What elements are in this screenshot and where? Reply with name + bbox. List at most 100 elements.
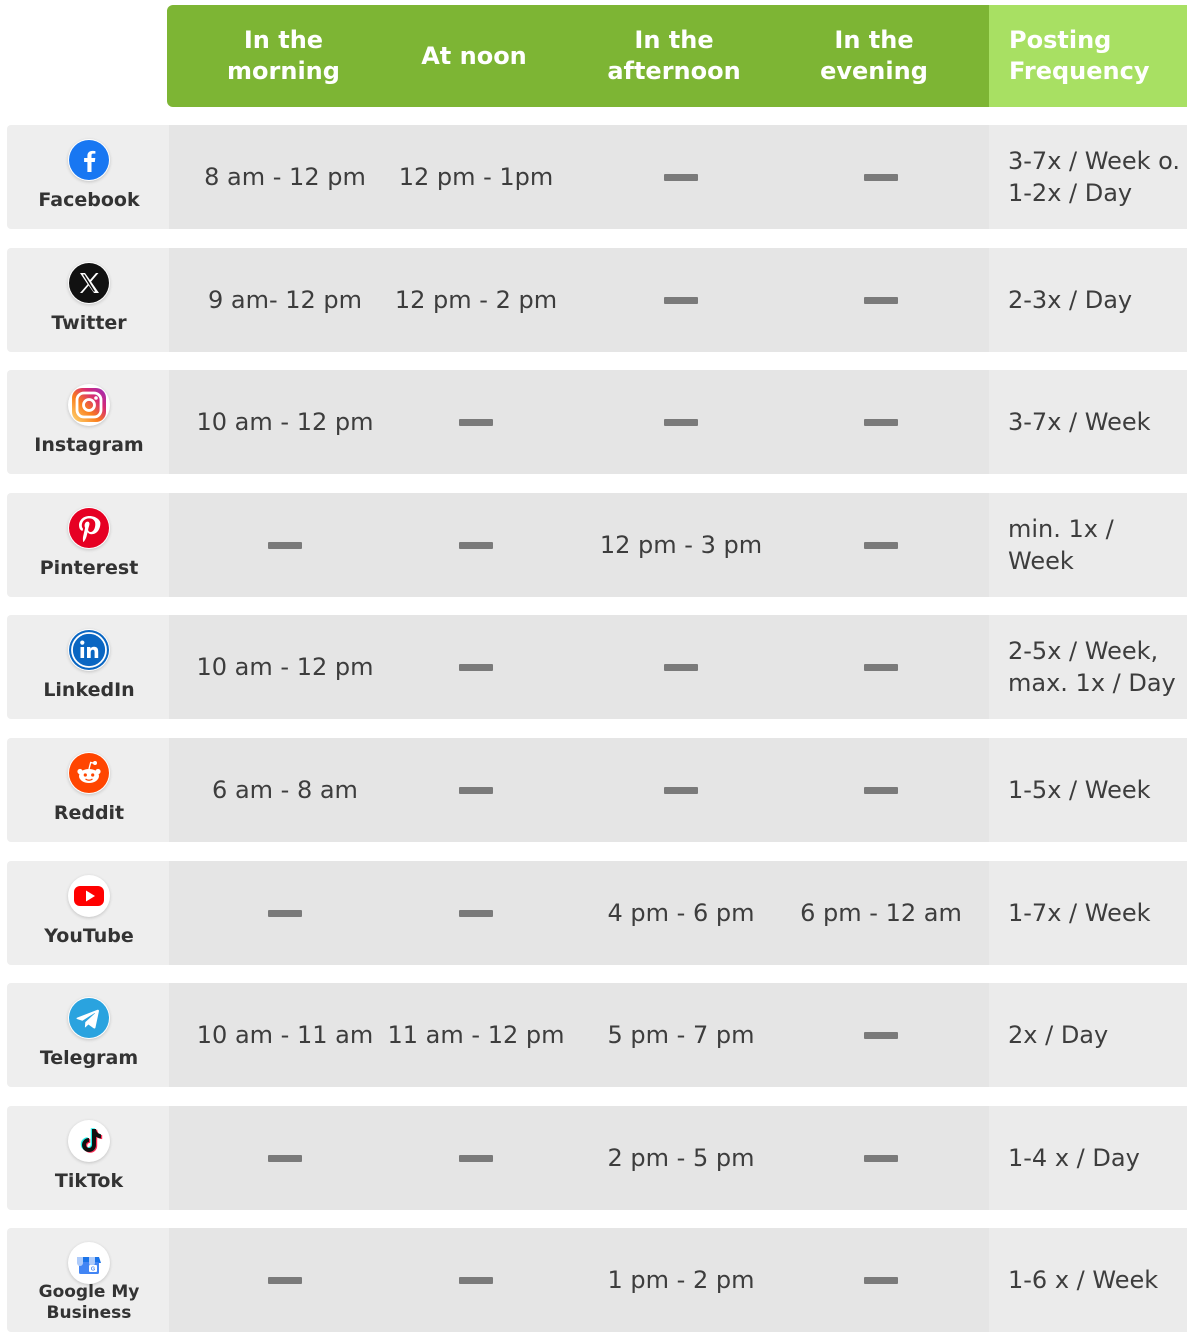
- empty-cell-morning: [169, 493, 401, 597]
- header-evening: In the evening: [820, 26, 928, 85]
- empty-cell-afternoon: [581, 248, 781, 352]
- empty-cell-afternoon: [581, 370, 781, 474]
- header-afternoon: In the afternoon: [607, 26, 741, 85]
- frequency-cell: 1-5x / Week: [989, 738, 1187, 842]
- dash-icon: [268, 1276, 302, 1284]
- dash-icon: [664, 296, 698, 304]
- table-header: In the morning At noon In the afternoon …: [167, 5, 1187, 107]
- time-cell-morning: 10 am - 11 am: [196, 1021, 374, 1049]
- dash-icon: [459, 1154, 493, 1162]
- x-icon: [68, 262, 110, 304]
- table-row: Pinterest 12 pm - 3 pm min. 1x / Week: [7, 493, 1187, 597]
- platform-cell: Reddit: [7, 738, 169, 842]
- reddit-icon: [68, 752, 110, 794]
- telegram-icon: [68, 997, 110, 1039]
- dash-icon: [864, 1154, 898, 1162]
- dash-icon: [664, 173, 698, 181]
- table-row: Twitter 9 am- 12 pm 12 pm - 2 pm 2-3x / Day: [7, 248, 1187, 352]
- platform-cell: Pinterest: [7, 493, 169, 597]
- time-cells: 10 am - 11 am 11 am - 12 pm 5 pm - 7 pm: [169, 983, 989, 1087]
- dash-icon: [459, 663, 493, 671]
- time-cell-morning: 10 am - 12 pm: [196, 408, 374, 436]
- time-cell-morning: 9 am- 12 pm: [207, 286, 363, 314]
- frequency-cell: 1-4 x / Day: [989, 1106, 1187, 1210]
- empty-cell-evening: [781, 615, 981, 719]
- frequency-cell: 1-6 x / Week: [989, 1228, 1187, 1332]
- dash-icon: [864, 296, 898, 304]
- facebook-icon: [68, 139, 110, 181]
- frequency-cell: 1-7x / Week: [989, 861, 1187, 965]
- header-morning: In the morning: [227, 26, 340, 85]
- table-row: G Google My Business 1 pm - 2 pm 1-6 x / We…: [7, 1228, 1187, 1332]
- table-row: YouTube 4 pm - 6 pm 6 pm - 12 am 1-7x / Wee…: [7, 861, 1187, 965]
- time-cell-afternoon: 2 pm - 5 pm: [607, 1144, 755, 1172]
- time-cells: 4 pm - 6 pm 6 pm - 12 am: [169, 861, 989, 965]
- dash-icon: [268, 909, 302, 917]
- linkedin-icon: [68, 629, 110, 671]
- frequency-cell: 2x / Day: [989, 983, 1187, 1087]
- header-noon: At noon: [421, 41, 527, 70]
- dash-icon: [864, 786, 898, 794]
- time-cell-morning: 6 am - 8 am: [212, 776, 358, 804]
- dash-icon: [864, 173, 898, 181]
- dash-icon: [268, 1154, 302, 1162]
- empty-cell-noon: [381, 370, 571, 474]
- time-cell-noon: 12 pm - 2 pm: [394, 286, 558, 314]
- instagram-icon: [68, 384, 110, 426]
- empty-cell-noon: [381, 615, 571, 719]
- dash-icon: [459, 786, 493, 794]
- empty-cell-noon: [381, 493, 571, 597]
- time-cells: 10 am - 12 pm: [169, 370, 989, 474]
- empty-cell-evening: [781, 493, 981, 597]
- platform-cell: Instagram: [7, 370, 169, 474]
- time-cells: 8 am - 12 pm 12 pm - 1pm: [169, 125, 989, 229]
- youtube-icon: [68, 875, 110, 917]
- dash-icon: [459, 909, 493, 917]
- empty-cell-morning: [169, 1228, 401, 1332]
- empty-cell-evening: [781, 248, 981, 352]
- dash-icon: [864, 663, 898, 671]
- frequency-cell: 3-7x / Week: [989, 370, 1187, 474]
- time-cell-afternoon: 1 pm - 2 pm: [607, 1266, 755, 1294]
- frequency-cell: 2-5x / Week, max. 1x / Day: [989, 615, 1187, 719]
- dash-icon: [664, 663, 698, 671]
- time-cells: 6 am - 8 am: [169, 738, 989, 842]
- empty-cell-noon: [381, 738, 571, 842]
- time-cell-noon: 12 pm - 1pm: [398, 163, 554, 191]
- empty-cell-evening: [781, 370, 981, 474]
- dash-icon: [459, 1276, 493, 1284]
- platform-name: Reddit: [53, 802, 125, 824]
- dash-icon: [864, 1276, 898, 1284]
- dash-icon: [268, 541, 302, 549]
- platform-name: YouTube: [44, 925, 134, 947]
- platform-cell: Twitter: [7, 248, 169, 352]
- dash-icon: [864, 541, 898, 549]
- dash-icon: [864, 1031, 898, 1039]
- empty-cell-evening: [781, 125, 981, 229]
- time-cell-noon: 11 am - 12 pm: [387, 1021, 565, 1049]
- dash-icon: [864, 418, 898, 426]
- time-cell-afternoon: 4 pm - 6 pm: [607, 899, 755, 927]
- platform-name: Twitter: [51, 312, 127, 334]
- time-cells: 10 am - 12 pm: [169, 615, 989, 719]
- pinterest-icon: [68, 507, 110, 549]
- empty-cell-morning: [169, 861, 401, 965]
- platform-name: TikTok: [54, 1170, 124, 1192]
- svg-text:G: G: [91, 1267, 95, 1273]
- dash-icon: [459, 541, 493, 549]
- empty-cell-afternoon: [581, 615, 781, 719]
- google-my-business-icon: G: [68, 1242, 110, 1284]
- platform-cell: LinkedIn: [7, 615, 169, 719]
- time-cells: 1 pm - 2 pm: [169, 1228, 989, 1332]
- platform-cell: YouTube: [7, 861, 169, 965]
- empty-cell-evening: [781, 1228, 981, 1332]
- table-row: TikTok 2 pm - 5 pm 1-4 x / Day: [7, 1106, 1187, 1210]
- empty-cell-noon: [381, 1228, 571, 1332]
- time-cell-morning: 8 am - 12 pm: [204, 163, 366, 191]
- empty-cell-noon: [381, 861, 571, 965]
- empty-cell-evening: [781, 1106, 981, 1210]
- frequency-cell: min. 1x / Week: [989, 493, 1187, 597]
- empty-cell-evening: [781, 983, 981, 1087]
- table-row: Telegram 10 am - 11 am 11 am - 12 pm 5 pm -…: [7, 983, 1187, 1087]
- time-cells: 2 pm - 5 pm: [169, 1106, 989, 1210]
